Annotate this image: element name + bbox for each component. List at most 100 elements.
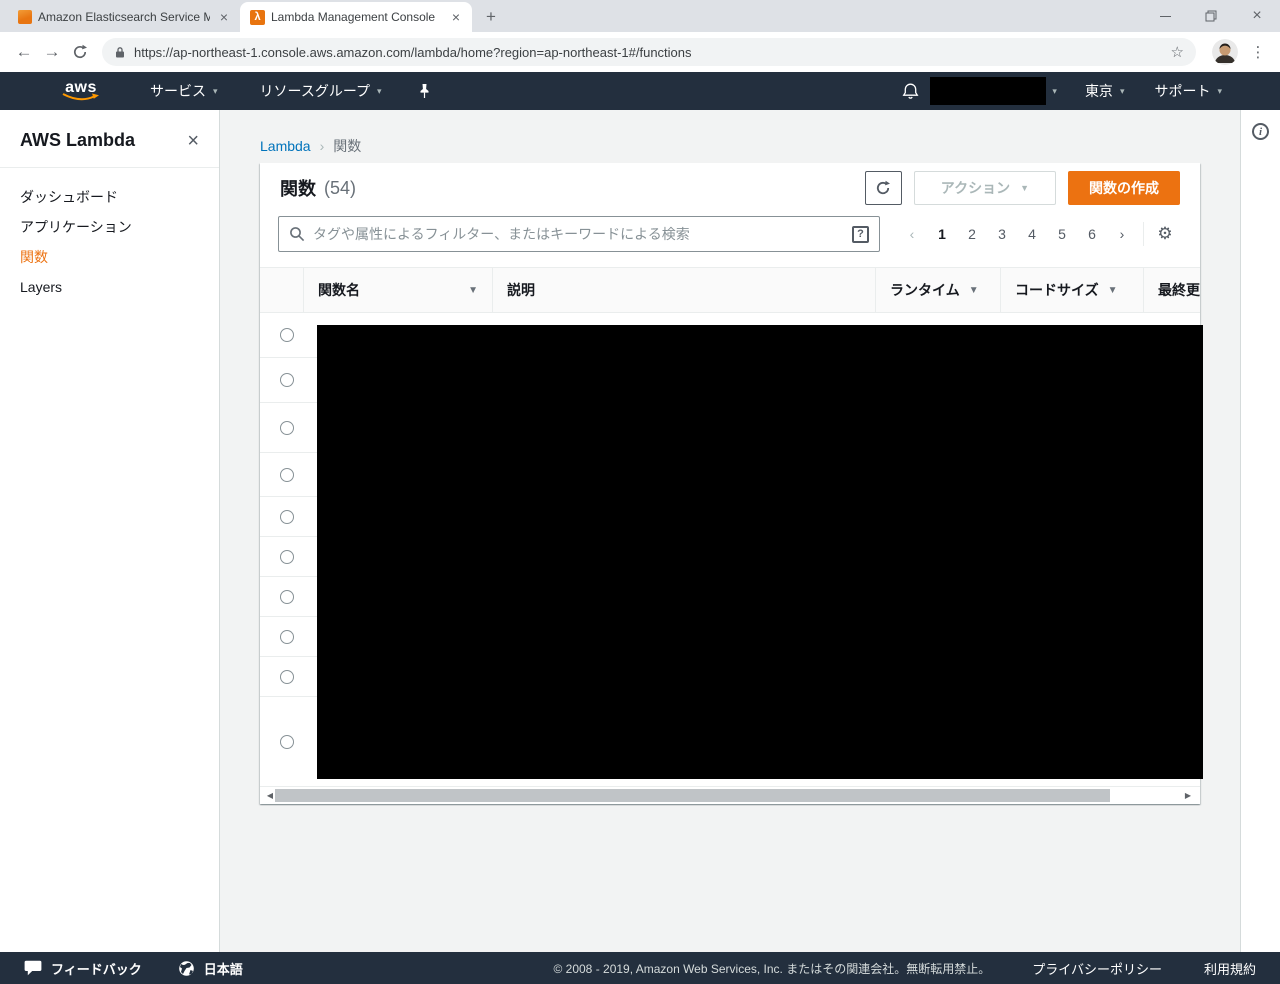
window-minimize-button[interactable]: [1142, 0, 1188, 32]
column-label: ランタイム: [890, 282, 960, 298]
column-function-name[interactable]: 関数名 ▼: [303, 268, 492, 312]
language-selector[interactable]: 日本語: [178, 959, 243, 978]
copyright-text: © 2008 - 2019, Amazon Web Services, Inc.…: [553, 961, 991, 976]
back-button[interactable]: ←: [10, 38, 38, 66]
nav-pin-button[interactable]: [418, 83, 431, 99]
privacy-policy-link[interactable]: プライバシーポリシー: [1032, 959, 1162, 978]
redacted-table-content: [317, 325, 1203, 779]
row-radio-button[interactable]: [280, 328, 294, 342]
row-radio-button[interactable]: [280, 549, 294, 564]
nav-region-menu[interactable]: 東京 ▾: [1085, 81, 1125, 101]
radio-column-header: [260, 268, 303, 312]
page-button-4[interactable]: 4: [1017, 226, 1047, 242]
reload-icon: [73, 44, 87, 59]
row-radio-button[interactable]: [280, 734, 294, 749]
row-radio-button[interactable]: [280, 420, 294, 435]
page-button-2[interactable]: 2: [957, 226, 987, 242]
page-button-1[interactable]: 1: [927, 226, 957, 242]
scrollbar-thumb[interactable]: [275, 789, 1110, 802]
browser-titlebar: Amazon Elasticsearch Service Ma × λ Lamb…: [0, 0, 1280, 32]
nav-support-label: サポート: [1154, 83, 1211, 99]
aws-logo[interactable]: aws: [60, 79, 102, 102]
window-restore-button[interactable]: [1188, 0, 1234, 32]
feedback-button[interactable]: フィードバック: [24, 959, 142, 978]
previous-page-icon[interactable]: ‹: [897, 226, 927, 242]
table-header: 関数名 ▼ 説明 ランタイム ▼ コードサイズ ▼ 最終更新: [260, 267, 1200, 313]
column-label: 最終更新: [1158, 282, 1200, 298]
actions-dropdown-button[interactable]: アクション ▼: [913, 171, 1056, 205]
nav-support-menu[interactable]: サポート ▾: [1154, 81, 1222, 101]
column-label: 説明: [507, 282, 535, 298]
bookmark-star-icon[interactable]: ☆: [1171, 43, 1184, 61]
next-page-icon[interactable]: ›: [1107, 226, 1137, 242]
refresh-button[interactable]: [864, 171, 902, 205]
tab-title: Amazon Elasticsearch Service Ma: [38, 10, 210, 24]
forward-button[interactable]: →: [38, 38, 66, 66]
reload-button[interactable]: [66, 38, 94, 66]
browser-tab-elasticsearch[interactable]: Amazon Elasticsearch Service Ma ×: [8, 2, 240, 32]
nav-resource-groups-label: リソースグループ: [259, 83, 370, 99]
speech-bubble-icon: [24, 960, 42, 976]
column-code-size[interactable]: コードサイズ ▼: [1000, 268, 1143, 312]
row-radio-button[interactable]: [280, 509, 294, 524]
breadcrumb-current: 関数: [333, 137, 362, 154]
nav-services-label: サービス: [150, 83, 206, 99]
column-description: 説明: [492, 268, 875, 312]
row-radio-button[interactable]: [280, 629, 294, 644]
sidebar-item-functions[interactable]: 関数: [0, 242, 219, 272]
page-button-5[interactable]: 5: [1047, 226, 1077, 242]
window-controls: ×: [1142, 0, 1280, 32]
sidebar-item-applications[interactable]: アプリケーション: [0, 212, 219, 242]
pagination: ‹ 1 2 3 4 5 6 › ⚙: [897, 222, 1180, 246]
tab-close-icon[interactable]: ×: [216, 9, 232, 25]
column-runtime[interactable]: ランタイム ▼: [875, 268, 1000, 312]
search-help-icon[interactable]: ?: [852, 225, 869, 243]
notifications-bell-button[interactable]: [901, 82, 920, 101]
chevron-down-icon[interactable]: ▾: [1052, 86, 1057, 97]
refresh-icon: [877, 180, 891, 195]
row-radio-button[interactable]: [280, 589, 294, 604]
pushpin-icon: [420, 84, 429, 98]
url-bar[interactable]: ☆: [102, 38, 1196, 66]
url-input[interactable]: [134, 44, 1165, 60]
row-radio-button[interactable]: [280, 467, 294, 482]
row-radio-button[interactable]: [280, 669, 294, 684]
scroll-right-icon[interactable]: ▶: [1181, 787, 1195, 804]
account-name-redacted[interactable]: [930, 77, 1047, 105]
nav-services-menu[interactable]: サービス ▾: [150, 81, 218, 101]
horizontal-scrollbar[interactable]: ◀ ▶: [260, 787, 1200, 804]
sidebar-close-icon[interactable]: ×: [187, 131, 199, 151]
settings-gear-icon[interactable]: ⚙: [1150, 224, 1180, 244]
lambda-favicon-icon: λ: [250, 9, 265, 25]
window-close-button[interactable]: ×: [1234, 0, 1280, 32]
sort-down-icon[interactable]: ▼: [1108, 285, 1118, 296]
sidebar-item-layers[interactable]: Layers: [0, 272, 219, 302]
browser-menu-icon[interactable]: ⋮: [1246, 43, 1270, 61]
breadcrumb-lambda-link[interactable]: Lambda: [260, 138, 311, 154]
tab-close-icon[interactable]: ×: [448, 9, 464, 25]
create-function-label: 関数の作成: [1089, 180, 1159, 196]
sort-down-icon[interactable]: ▼: [468, 285, 478, 296]
globe-icon: [178, 960, 194, 976]
info-icon[interactable]: i: [1252, 123, 1269, 140]
browser-tab-lambda[interactable]: λ Lambda Management Console ×: [240, 2, 472, 32]
filter-searchbox[interactable]: ?: [278, 216, 880, 252]
restore-icon: [1205, 10, 1217, 22]
search-input[interactable]: [313, 226, 852, 242]
sort-down-icon[interactable]: ▼: [969, 285, 979, 296]
new-tab-button[interactable]: +: [478, 4, 504, 30]
profile-avatar[interactable]: [1212, 39, 1238, 65]
page-button-3[interactable]: 3: [987, 226, 1017, 242]
create-function-button[interactable]: 関数の作成: [1068, 171, 1180, 205]
chevron-down-icon: ▾: [377, 85, 382, 96]
nav-resource-groups-menu[interactable]: リソースグループ ▾: [260, 81, 382, 101]
minimize-icon: [1159, 15, 1171, 17]
page-button-6[interactable]: 6: [1077, 226, 1107, 242]
nav-region-label: 東京: [1084, 83, 1113, 99]
row-radio-button[interactable]: [280, 373, 294, 387]
terms-link[interactable]: 利用規約: [1204, 959, 1256, 978]
screen: Amazon Elasticsearch Service Ma × λ Lamb…: [0, 0, 1280, 984]
elasticsearch-favicon-icon: [18, 10, 32, 24]
sidebar-item-dashboard[interactable]: ダッシュボード: [0, 182, 219, 212]
chevron-down-icon: ▼: [1020, 183, 1029, 193]
